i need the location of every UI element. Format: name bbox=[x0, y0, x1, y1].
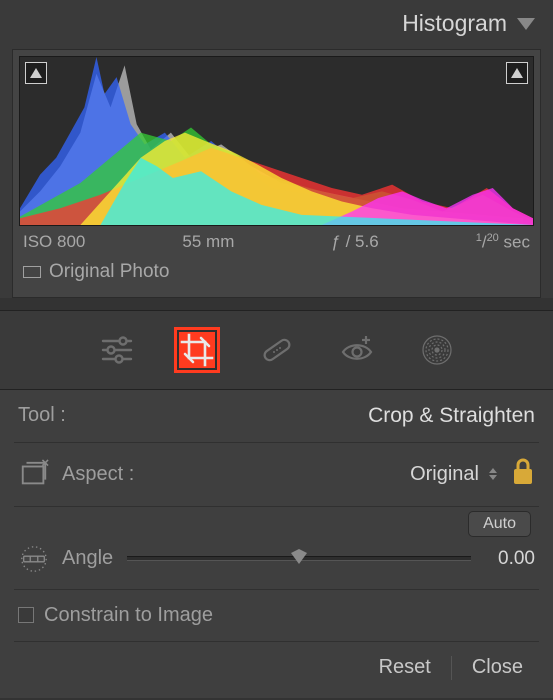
aperture-label: ƒ / 5.6 bbox=[331, 232, 378, 252]
panel-title: Histogram bbox=[402, 10, 507, 37]
angle-row: Auto Angle 0.00 bbox=[14, 507, 539, 590]
original-photo-row[interactable]: Original Photo bbox=[19, 255, 534, 291]
tool-label: Tool : bbox=[18, 404, 66, 427]
aspect-icon[interactable] bbox=[18, 458, 50, 490]
bandaid-icon bbox=[259, 332, 295, 368]
crop-tool-button[interactable] bbox=[174, 327, 220, 373]
tool-name-row: Tool : Crop & Straighten bbox=[14, 390, 539, 443]
focal-length-label: 55 mm bbox=[182, 232, 234, 252]
footer-separator bbox=[451, 656, 452, 680]
tool-strip bbox=[0, 310, 553, 390]
collapse-triangle-icon[interactable] bbox=[517, 18, 535, 30]
sliders-icon bbox=[99, 332, 135, 368]
close-button[interactable]: Close bbox=[472, 656, 523, 679]
aspect-dropdown[interactable]: Original bbox=[410, 463, 497, 486]
angle-auto-button[interactable]: Auto bbox=[468, 511, 531, 537]
histogram-svg bbox=[20, 57, 533, 225]
histogram-chart[interactable] bbox=[19, 56, 534, 226]
angle-label: Angle bbox=[62, 547, 113, 570]
redeye-tool-button[interactable] bbox=[334, 327, 380, 373]
tool-name-value: Crop & Straighten bbox=[368, 404, 535, 428]
exposure-metadata-row: ISO 800 55 mm ƒ / 5.6 1/20 sec bbox=[19, 226, 534, 255]
adjust-tool-button[interactable] bbox=[94, 327, 140, 373]
dropdown-arrows-icon bbox=[489, 468, 497, 480]
radial-mask-icon bbox=[419, 332, 455, 368]
histogram-panel-header[interactable]: Histogram bbox=[0, 0, 553, 45]
panel-divider bbox=[0, 298, 553, 310]
angle-slider[interactable] bbox=[127, 556, 471, 561]
level-icon[interactable] bbox=[18, 543, 50, 575]
heal-tool-button[interactable] bbox=[254, 327, 300, 373]
histogram-area: ISO 800 55 mm ƒ / 5.6 1/20 sec Original … bbox=[12, 49, 541, 298]
tool-footer: Reset Close bbox=[14, 642, 539, 698]
eye-plus-icon bbox=[339, 332, 375, 368]
slider-knob-icon[interactable] bbox=[291, 553, 307, 564]
constrain-row[interactable]: Constrain to Image bbox=[14, 590, 539, 642]
constrain-checkbox[interactable] bbox=[18, 607, 34, 623]
iso-label: ISO 800 bbox=[23, 232, 85, 252]
mask-tool-button[interactable] bbox=[414, 327, 460, 373]
shutter-label: 1/20 sec bbox=[476, 232, 530, 253]
constrain-label: Constrain to Image bbox=[44, 604, 213, 627]
aspect-row: Aspect : Original bbox=[14, 443, 539, 507]
original-photo-checkbox[interactable] bbox=[23, 266, 41, 278]
angle-value[interactable]: 0.00 bbox=[485, 548, 535, 570]
original-photo-label: Original Photo bbox=[49, 261, 169, 283]
tool-options-panel: Tool : Crop & Straighten Aspect : Origin… bbox=[0, 390, 553, 698]
aspect-label: Aspect : bbox=[62, 463, 134, 486]
lock-icon[interactable] bbox=[511, 457, 535, 492]
crop-icon bbox=[179, 332, 215, 368]
reset-button[interactable]: Reset bbox=[379, 656, 431, 679]
aspect-value: Original bbox=[410, 463, 479, 486]
